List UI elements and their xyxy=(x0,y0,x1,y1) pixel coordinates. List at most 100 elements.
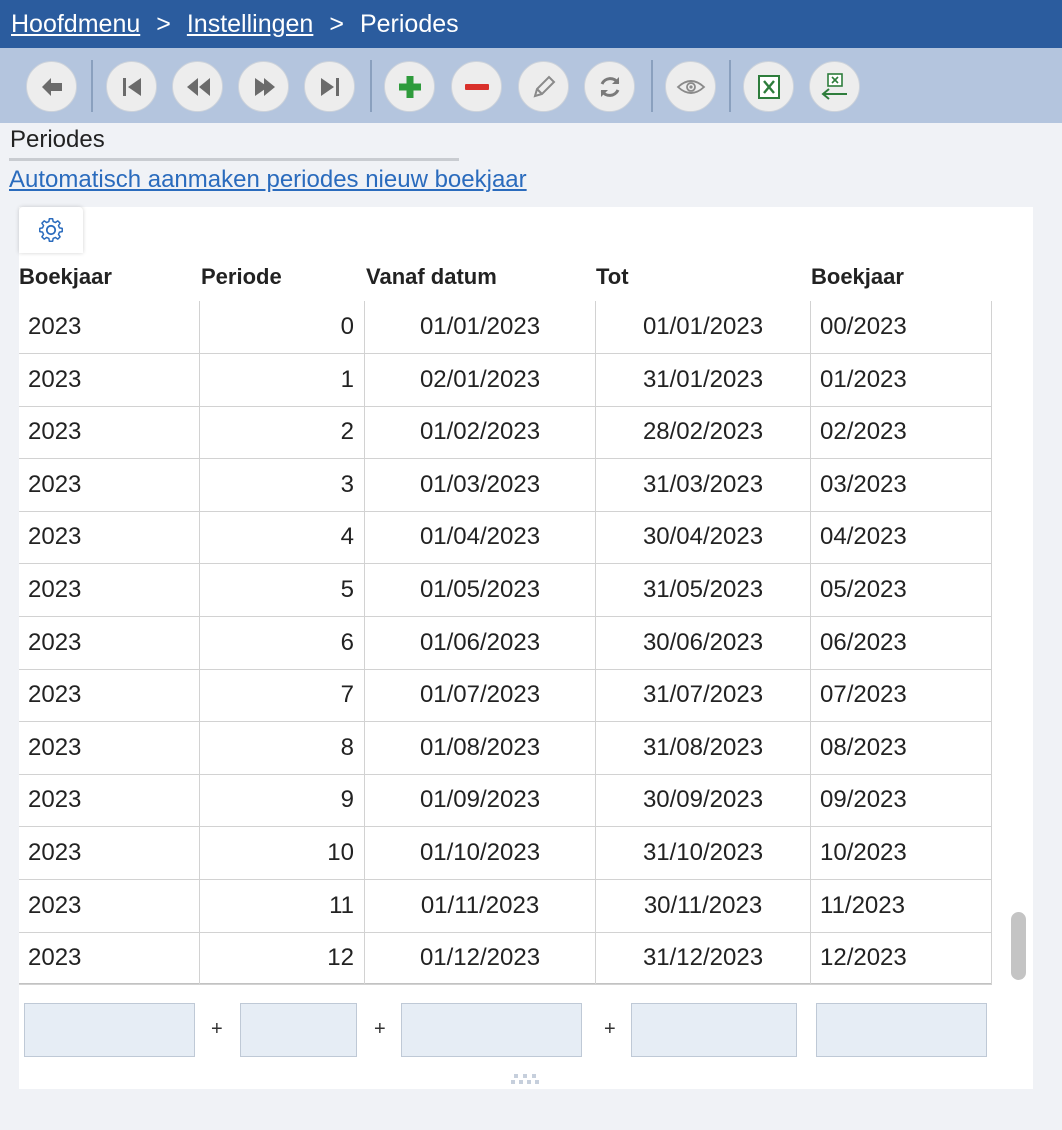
cell-periode: 12 xyxy=(200,932,365,985)
table-row[interactable]: 2023 1 02/01/2023 31/01/2023 01/2023 xyxy=(19,353,992,407)
column-header-vanaf-datum[interactable]: Vanaf datum xyxy=(366,253,497,301)
delete-icon xyxy=(464,83,489,90)
plus-symbol: + xyxy=(604,1018,616,1040)
column-header-boekjaar-periode[interactable]: Boekjaar xyxy=(811,253,904,301)
table-row[interactable]: 2023 4 01/04/2023 30/04/2023 04/2023 xyxy=(19,511,992,565)
breadcrumb-instellingen-link[interactable]: Instellingen xyxy=(187,10,313,39)
cell-periode: 4 xyxy=(200,511,365,564)
cell-boekjaar-periode: 01/2023 xyxy=(811,353,992,406)
cell-boekjaar: 2023 xyxy=(19,458,200,511)
back-icon xyxy=(41,77,62,96)
add-button[interactable] xyxy=(384,61,435,112)
cell-vanaf-datum: 01/09/2023 xyxy=(365,774,596,827)
column-header-periode[interactable]: Periode xyxy=(201,253,282,301)
first-record-button[interactable] xyxy=(106,61,157,112)
plus-symbol: + xyxy=(211,1018,223,1040)
previous-record-button[interactable] xyxy=(172,61,223,112)
filter-input-boekjaar[interactable] xyxy=(24,1003,195,1057)
column-header-boekjaar[interactable]: Boekjaar xyxy=(19,253,112,301)
cell-boekjaar: 2023 xyxy=(19,879,200,932)
cell-boekjaar-periode: 04/2023 xyxy=(811,511,992,564)
auto-create-periods-link[interactable]: Automatisch aanmaken periodes nieuw boek… xyxy=(9,166,527,194)
grid-settings-button[interactable] xyxy=(19,207,83,253)
cell-vanaf-datum: 01/03/2023 xyxy=(365,458,596,511)
cell-periode: 5 xyxy=(200,564,365,616)
filter-input-boekjaar-periode[interactable] xyxy=(816,1003,987,1057)
import-excel-button[interactable] xyxy=(809,61,860,112)
toolbar-divider xyxy=(729,60,731,112)
view-button[interactable] xyxy=(665,61,716,112)
delete-button[interactable] xyxy=(451,61,502,112)
cell-periode: 11 xyxy=(200,879,365,932)
cell-boekjaar-periode: 07/2023 xyxy=(811,669,992,722)
last-record-button[interactable] xyxy=(304,61,355,112)
cell-boekjaar: 2023 xyxy=(19,774,200,827)
breadcrumb-hoofdmenu-link[interactable]: Hoofdmenu xyxy=(11,10,140,39)
refresh-button[interactable] xyxy=(584,61,635,112)
table-row[interactable]: 2023 5 01/05/2023 31/05/2023 05/2023 xyxy=(19,564,992,617)
cell-periode: 8 xyxy=(200,721,365,774)
cell-boekjaar-periode: 10/2023 xyxy=(811,827,992,879)
section-title: Periodes xyxy=(10,126,105,153)
filter-input-periode[interactable] xyxy=(240,1003,357,1057)
periods-table: 2023 0 01/01/2023 01/01/2023 00/2023 2023 1 02/… xyxy=(19,301,992,986)
add-icon xyxy=(398,75,421,98)
previous-record-icon xyxy=(186,77,210,96)
table-row[interactable]: 2023 6 01/06/2023 30/06/2023 06/2023 xyxy=(19,616,992,670)
cell-periode: 9 xyxy=(200,774,365,827)
cell-tot: 31/05/2023 xyxy=(596,564,811,616)
cell-periode: 6 xyxy=(200,616,365,669)
cell-periode: 1 xyxy=(200,353,365,406)
toolbar-divider xyxy=(370,60,372,112)
column-header-tot[interactable]: Tot xyxy=(596,253,629,301)
cell-tot: 31/08/2023 xyxy=(596,721,811,774)
table-row[interactable]: 2023 7 01/07/2023 31/07/2023 07/2023 xyxy=(19,669,992,723)
table-row[interactable]: 2023 3 01/03/2023 31/03/2023 03/2023 xyxy=(19,458,992,512)
cell-vanaf-datum: 01/07/2023 xyxy=(365,669,596,722)
cell-tot: 31/07/2023 xyxy=(596,669,811,722)
edit-button[interactable] xyxy=(518,61,569,112)
import-excel-icon xyxy=(820,72,847,100)
cell-boekjaar: 2023 xyxy=(19,353,200,406)
grid-scrollbar[interactable] xyxy=(1001,301,1028,985)
table-row[interactable]: 2023 0 01/01/2023 01/01/2023 00/2023 xyxy=(19,301,992,354)
section-divider xyxy=(9,158,459,161)
table-row[interactable]: 2023 11 01/11/2023 30/11/2023 11/2023 xyxy=(19,879,992,933)
cell-boekjaar-periode: 08/2023 xyxy=(811,721,992,774)
table-row[interactable]: 2023 2 01/02/2023 28/02/2023 02/2023 xyxy=(19,406,992,460)
cell-boekjaar: 2023 xyxy=(19,406,200,459)
table-row[interactable]: 2023 10 01/10/2023 31/10/2023 10/2023 xyxy=(19,827,992,880)
filter-input-vanaf-datum[interactable] xyxy=(401,1003,582,1057)
cell-periode: 2 xyxy=(200,406,365,459)
cell-boekjaar-periode: 00/2023 xyxy=(811,301,992,353)
table-row[interactable]: 2023 8 01/08/2023 31/08/2023 08/2023 xyxy=(19,721,992,775)
view-icon xyxy=(676,79,705,94)
cell-vanaf-datum: 01/11/2023 xyxy=(365,879,596,932)
cell-vanaf-datum: 02/01/2023 xyxy=(365,353,596,406)
cell-vanaf-datum: 01/01/2023 xyxy=(365,301,596,353)
cell-tot: 31/03/2023 xyxy=(596,458,811,511)
cell-tot: 31/10/2023 xyxy=(596,827,811,879)
plus-symbol: + xyxy=(374,1018,386,1040)
cell-vanaf-datum: 01/04/2023 xyxy=(365,511,596,564)
back-button[interactable] xyxy=(26,61,77,112)
grid-scrollbar-thumb[interactable] xyxy=(1011,912,1026,980)
cell-tot: 31/12/2023 xyxy=(596,932,811,985)
export-excel-button[interactable] xyxy=(743,61,794,112)
filter-input-tot[interactable] xyxy=(631,1003,797,1057)
cell-tot: 30/06/2023 xyxy=(596,616,811,669)
table-row[interactable]: 2023 9 01/09/2023 30/09/2023 09/2023 xyxy=(19,774,992,828)
table-row[interactable]: 2023 12 01/12/2023 31/12/2023 12/2023 xyxy=(19,932,992,986)
cell-periode: 3 xyxy=(200,458,365,511)
edit-icon xyxy=(533,75,555,97)
cell-tot: 31/01/2023 xyxy=(596,353,811,406)
resize-grip-icon[interactable] xyxy=(511,1073,539,1085)
cell-vanaf-datum: 01/10/2023 xyxy=(365,827,596,879)
cell-tot: 30/11/2023 xyxy=(596,879,811,932)
cell-boekjaar: 2023 xyxy=(19,301,200,353)
cell-boekjaar: 2023 xyxy=(19,564,200,616)
breadcrumb-separator: > xyxy=(329,9,344,38)
next-record-button[interactable] xyxy=(238,61,289,112)
refresh-icon xyxy=(600,76,619,97)
cell-vanaf-datum: 01/05/2023 xyxy=(365,564,596,616)
